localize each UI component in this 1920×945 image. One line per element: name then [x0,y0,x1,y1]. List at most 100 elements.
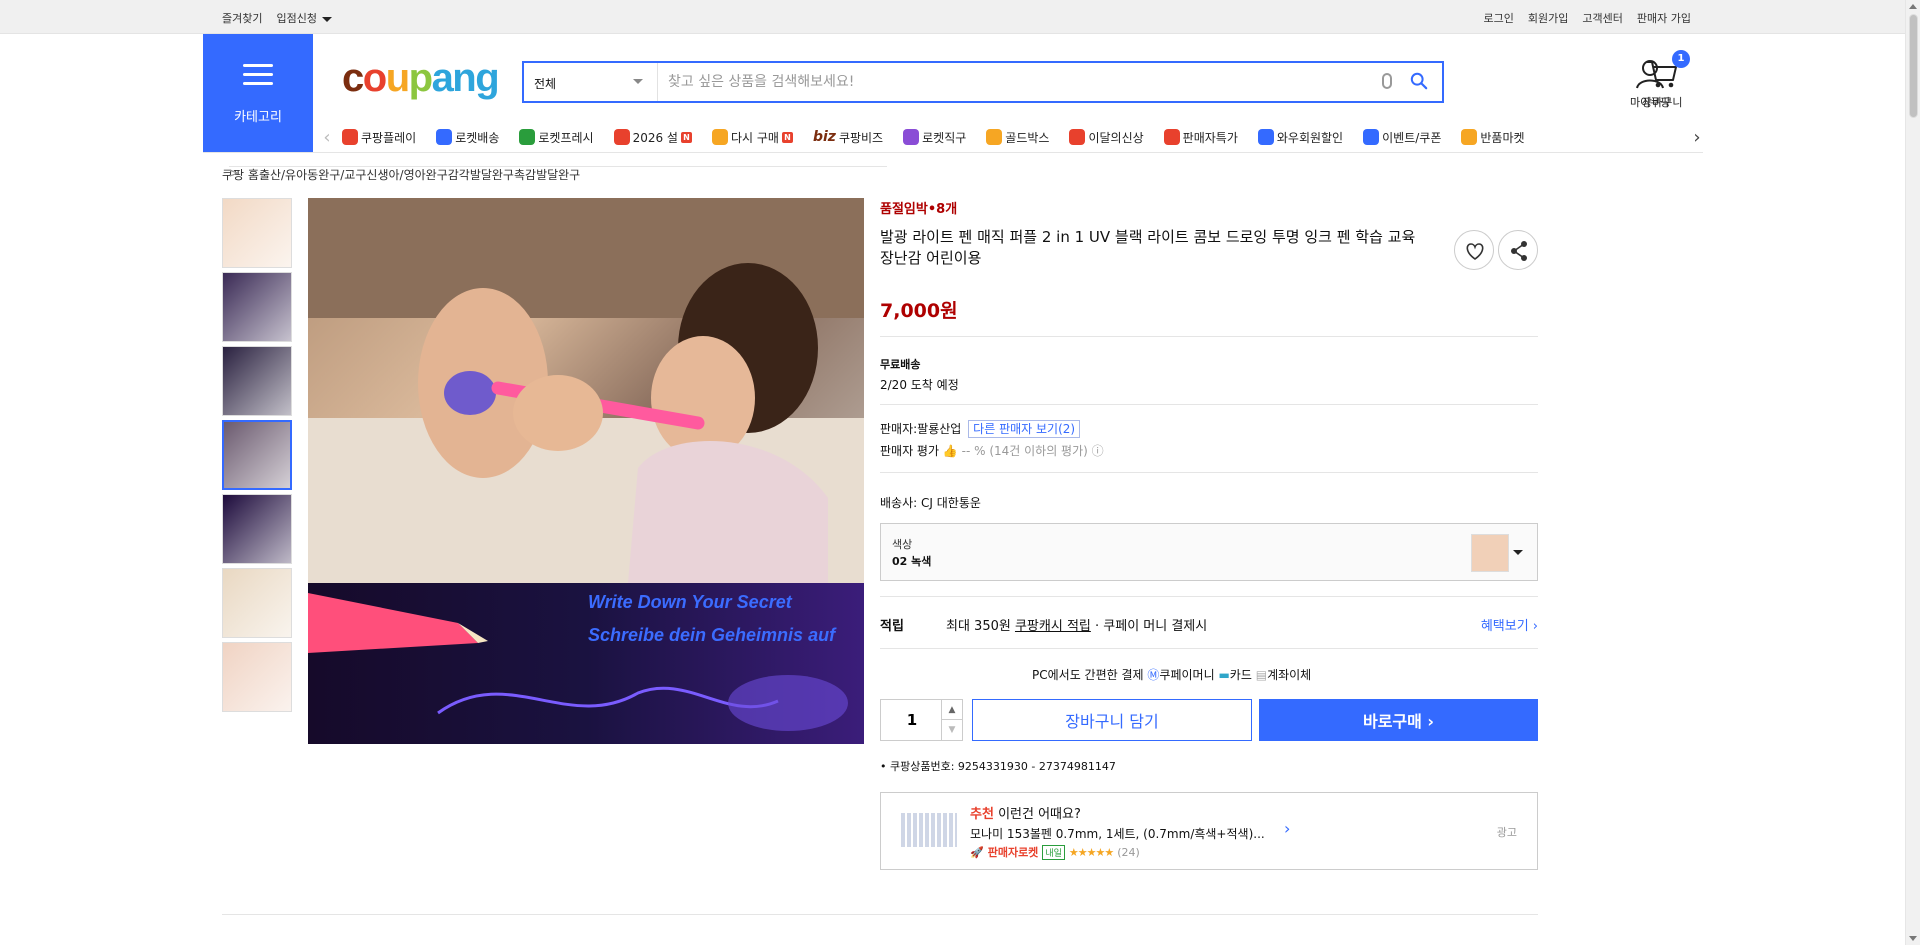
courier-row: 배송사: CJ 대한통운 [880,494,981,511]
scroll-down-icon[interactable] [1909,936,1917,941]
divider [880,336,1538,337]
bookmark-link[interactable]: 즐겨찾기 [222,10,262,26]
product-thumbnail[interactable] [222,346,292,416]
quick-menu-item[interactable]: 로켓배송 [436,129,499,146]
share-button[interactable] [1498,230,1538,270]
buy-now-button[interactable]: 바로구매 › [1259,699,1538,741]
breadcrumb-item[interactable]: 신생아/영아완구 [366,166,447,183]
menu-prev-icon[interactable]: ‹ [320,127,334,148]
product-thumbnail[interactable] [222,198,292,268]
search-scope-select[interactable]: 전체 [524,63,658,101]
quick-menu-item-label: 이벤트/쿠폰 [1382,130,1442,145]
page-scrollbar[interactable] [1905,0,1920,945]
reward-amount: 최대 350원 [946,619,1011,634]
quantity-down-icon[interactable]: ▼ [941,720,962,740]
seller-label: 판매자: [880,422,918,436]
pc-pay-row: PC에서도 간편한 결제 Ⓜ쿠페이머니 ▬카드 ▤계좌이체 [1032,666,1311,683]
bank-icon: ▤ [1255,668,1268,682]
reward-suffix: · 쿠페이 머니 결제시 [1095,619,1208,634]
breadcrumb-item[interactable]: 쿠팡 홈 [222,166,259,183]
other-sellers-link[interactable]: 다른 판매자 보기(2) [968,420,1081,438]
quick-menu-item[interactable]: 골드박스 [986,129,1049,146]
product-thumbnail[interactable] [222,642,292,712]
quick-menu-item[interactable]: 판매자특가 [1163,129,1238,146]
option-swatch-image [1471,534,1509,572]
quantity-up-icon[interactable]: ▲ [941,700,962,720]
seller-name[interactable]: 팔룡산업 [917,422,961,436]
quick-menu-item[interactable]: 쿠팡플레이 [342,129,416,146]
breadcrumb: 쿠팡 홈 > 출산/유아동 > 완구/교구 > 신생아/영아완구 > 감각발달완구 > 촉감발달완구 [222,166,887,183]
quick-menu-item[interactable]: 반품마켓 [1461,129,1525,146]
seller-signup-link[interactable]: 판매자 가입 [1637,10,1691,26]
vendor-apply-dropdown[interactable]: 입점신청 [276,10,331,26]
search-icon[interactable] [1410,72,1428,90]
scroll-up-icon[interactable] [1909,4,1917,9]
new-badge: N [781,131,793,143]
courier-name: CJ 대한통운 [921,496,981,510]
cart-count-badge: 1 [1672,50,1690,68]
category-menu-button[interactable]: 카테고리 [203,34,313,152]
top-utility-bar: 즐겨찾기 입점신청 로그인 회원가입 고객센터 판매자 가입 [0,0,1905,34]
quick-menu-item-label: 반품마켓 [1480,130,1525,145]
breadcrumb-item[interactable]: 출산/유아동 [259,166,318,183]
product-thumbnail[interactable] [222,272,292,342]
option-value: 02 녹색 [892,555,932,568]
search-scope-value: 전체 [534,77,557,91]
scrollbar-thumb[interactable] [1909,14,1918,118]
ad-label: 광고 [1496,826,1517,839]
login-link[interactable]: 로그인 [1484,10,1514,26]
top-left-links: 즐겨찾기 입점신청 [222,10,332,26]
color-option-select[interactable]: 색상 02 녹색 [880,523,1538,581]
benefit-link[interactable]: 혜택보기 › [1481,615,1538,634]
product-thumbnail[interactable] [222,420,292,490]
menu-next-icon[interactable]: › [1690,127,1704,148]
stock-notice: 품절임박•8개 [880,202,958,217]
logo-letter: o [362,56,387,100]
customer-center-link[interactable]: 고객센터 [1582,10,1622,26]
menu-item-icon [1363,129,1380,145]
breadcrumb-separator-icon: > [229,166,887,180]
quick-menu-strip: ‹ 쿠팡플레이 로켓배송 로켓프레시 2026 설 N 다시 구매 Nbiz 쿠팡비즈 로켓직구… [320,122,1704,152]
reward-link[interactable]: 쿠팡캐시 적립 [1015,619,1091,634]
divider [880,404,1538,405]
quick-menu-item-label: 쿠팡비즈 [838,130,884,145]
product-thumbnail[interactable] [222,494,292,564]
quick-menu-item[interactable]: 와우회원할인 [1257,129,1343,146]
search-input[interactable] [668,71,1318,93]
main-product-image[interactable]: Write Down Your Secret Schreibe dein Geh… [308,198,864,744]
microphone-icon[interactable] [1382,73,1392,89]
chevron-down-icon [633,79,643,84]
chevron-right-icon[interactable]: › [1284,819,1290,838]
breadcrumb-item[interactable]: 촉감발달완구 [514,166,580,183]
wishlist-button[interactable] [1454,230,1494,270]
quick-menu-item[interactable]: 이달의신상 [1069,129,1144,146]
product-thumbnail[interactable] [222,568,292,638]
coupang-logo[interactable]: coupang [342,56,500,100]
biz-logo: biz [812,129,836,145]
section-divider [222,914,1538,915]
rocket-icon: 🚀 [970,845,984,859]
product-number-text: 쿠팡상품번호: 9254331930 - 27374981147 [890,760,1116,773]
benefit-label: 혜택보기 [1480,619,1529,634]
quick-menu-item[interactable]: 로켓프레시 [519,129,594,146]
logo-letter: c [342,56,364,100]
quick-menu-item[interactable]: 이벤트/쿠폰 [1363,129,1441,146]
signup-link[interactable]: 회원가입 [1528,10,1568,26]
seller-rocket-badge: 판매자로켓 [987,846,1039,859]
product-title: 발광 라이트 펜 매직 퍼플 2 in 1 UV 블랙 라이트 콤보 드로잉 투… [880,228,1416,267]
card-icon: ▬ [1218,668,1230,682]
quick-menu-item[interactable]: biz 쿠팡비즈 [813,129,883,146]
recommendation-meta: 🚀 판매자로켓 내일 ★★★★★ (24) [970,844,1140,860]
quantity-input[interactable] [882,701,942,739]
breadcrumb-item[interactable]: 완구/교구 [318,166,366,183]
quick-menu-item-label: 다시 구매 [730,130,779,145]
quick-menu-item[interactable]: 다시 구매 N [711,129,793,146]
arrival-date: 2/20 도착 예정 [880,378,959,392]
info-icon[interactable]: ⓘ [1092,444,1104,458]
menu-item-icon [613,129,630,145]
recommendation-box[interactable]: 추천 이런건 어때요? 모나미 153볼펜 0.7mm, 1세트, (0.7mm… [880,792,1538,870]
add-to-cart-button[interactable]: 장바구니 담기 [972,699,1252,741]
breadcrumb-item[interactable]: 감각발달완구 [448,166,514,183]
quick-menu-item[interactable]: 2026 설N [613,129,692,146]
quick-menu-item[interactable]: 로켓직구 [903,129,966,146]
